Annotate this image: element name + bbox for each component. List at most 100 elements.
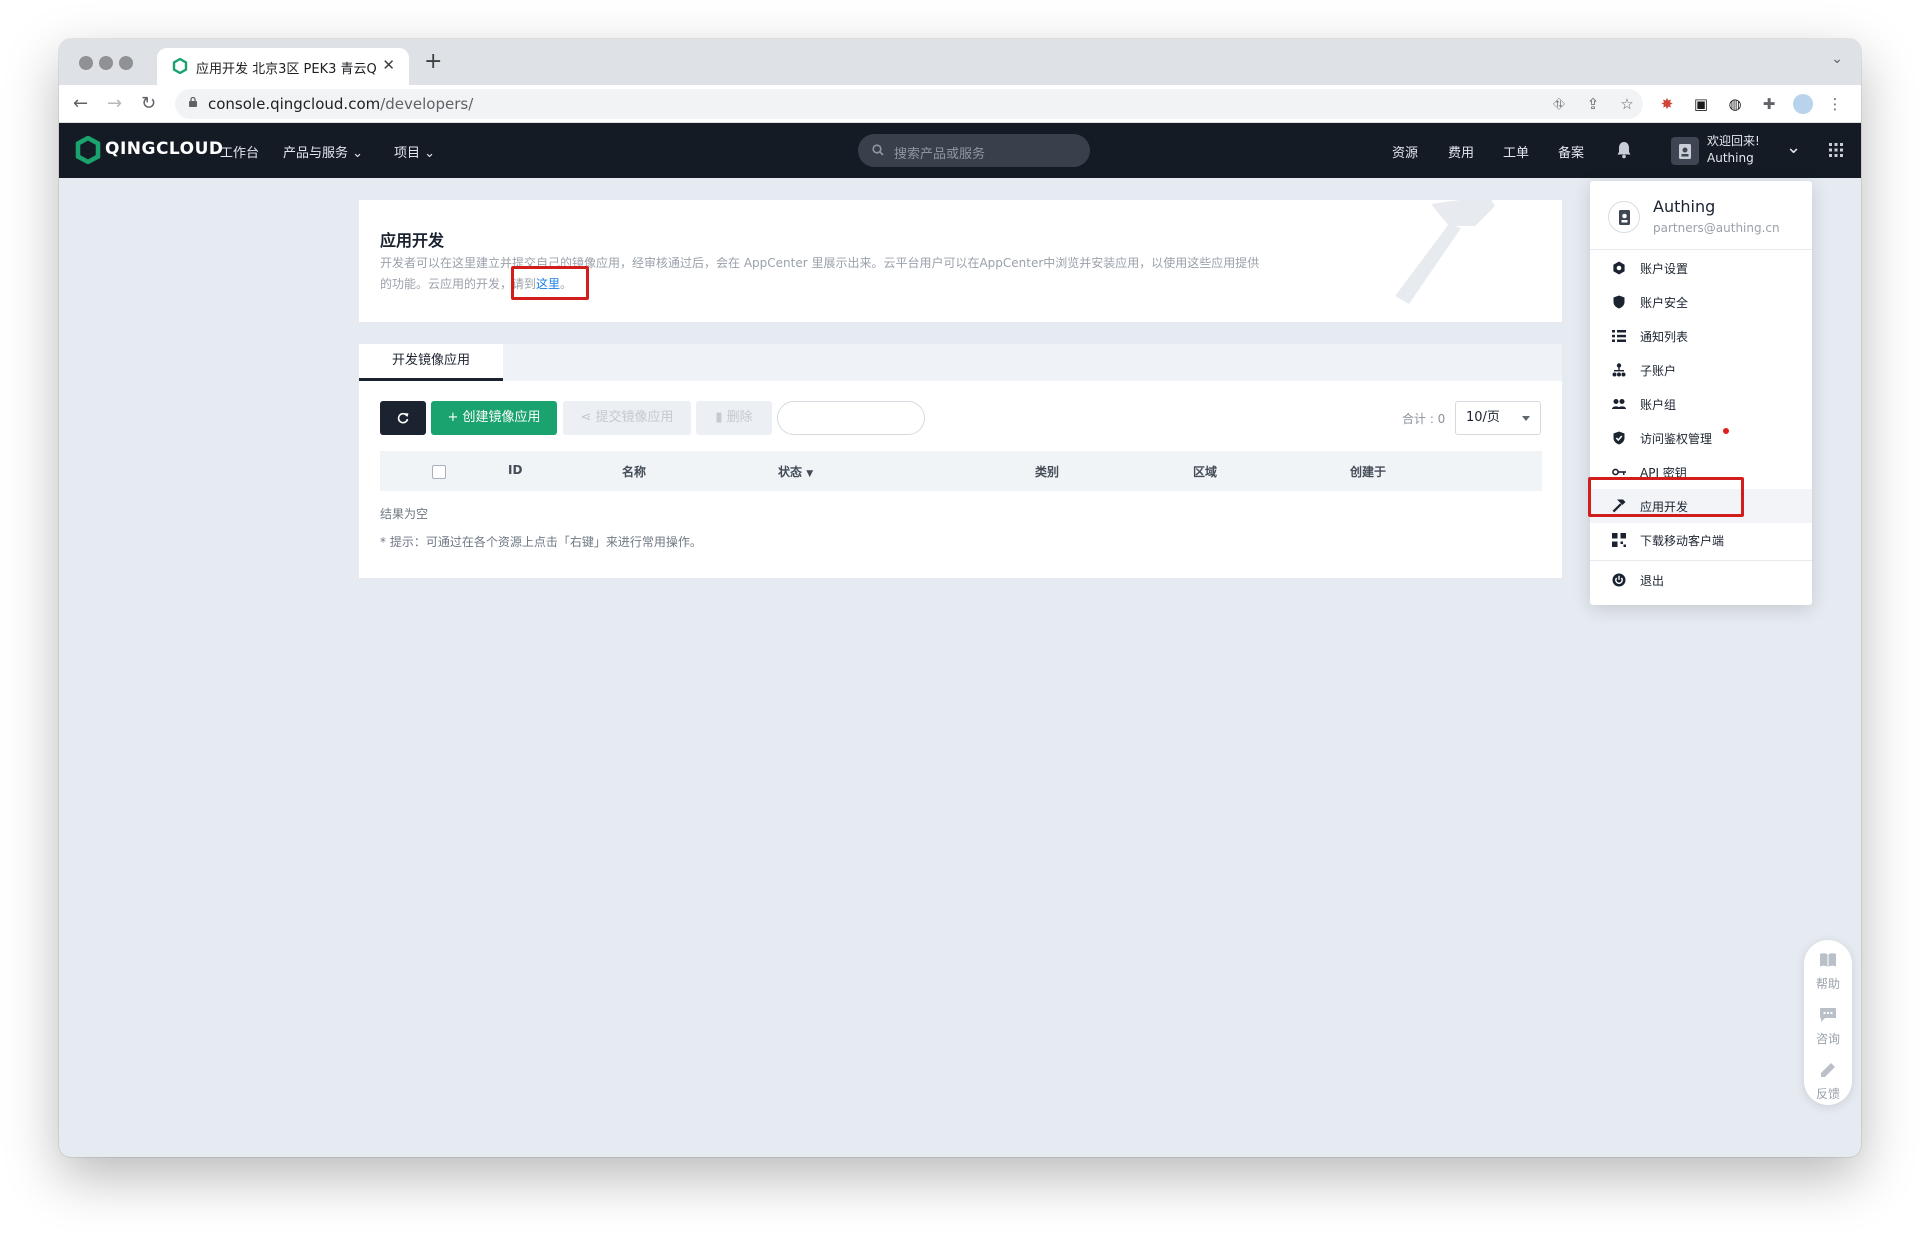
browser-window: 应用开发 北京3区 PEK3 青云Qi ✕ + ⌄ ← → ↻ console.… (59, 39, 1861, 1157)
tab-close-icon[interactable]: ✕ (382, 56, 395, 74)
extensions-puzzle-icon[interactable]: ✚ (1759, 94, 1779, 114)
menu-item-account-security[interactable]: 账户安全 (1590, 285, 1812, 319)
tab-title: 应用开发 北京3区 PEK3 青云Qi (196, 62, 376, 77)
menu-item-download-mobile[interactable]: 下载移动客户端 (1590, 523, 1812, 557)
dropdown-avatar (1608, 201, 1640, 233)
qrcode-icon (1612, 533, 1626, 547)
delete-button[interactable]: ▮ 删除 (696, 401, 772, 435)
menu-item-logout[interactable]: 退出 (1590, 563, 1812, 597)
nav-products[interactable]: 产品与服务 ⌄ (283, 142, 363, 161)
bookmark-star-icon[interactable]: ☆ (1617, 94, 1637, 114)
global-search[interactable]: 搜索产品或服务 (858, 134, 1090, 167)
nav-workbench[interactable]: 工作台 (220, 142, 259, 161)
share-icon: ⋖ (580, 410, 592, 425)
chat-icon (1820, 1008, 1836, 1022)
create-image-app-button[interactable]: + 创建镜像应用 (431, 401, 557, 435)
power-icon (1612, 573, 1626, 587)
dropdown-user-name: Authing (1653, 197, 1716, 216)
search-icon (872, 144, 884, 156)
page-size-select[interactable]: 10/页 (1455, 401, 1541, 435)
logo-text[interactable]: QINGCLOUD (105, 139, 224, 159)
help-button[interactable]: 帮助 (1804, 952, 1852, 992)
user-badge-icon (1619, 210, 1630, 225)
address-bar[interactable]: console.qingcloud.com/developers/ (175, 89, 1643, 119)
chevron-down-icon: ⌄ (352, 146, 364, 161)
user-avatar[interactable] (1671, 137, 1699, 165)
profile-avatar-icon[interactable] (1793, 94, 1813, 114)
browser-toolbar: ← → ↻ console.qingcloud.com/developers/ … (59, 85, 1861, 123)
caret-down-icon: ▼ (806, 469, 814, 479)
column-name[interactable]: 名称 (622, 463, 646, 480)
notification-dot (1723, 428, 1729, 434)
empty-result-text: 结果为空 (380, 507, 429, 521)
new-tab-button[interactable]: + (424, 49, 442, 74)
consult-button[interactable]: 咨询 (1804, 1007, 1852, 1047)
gear-icon (1613, 261, 1625, 275)
column-created[interactable]: 创建于 (1350, 463, 1386, 480)
caret-down-icon (1522, 416, 1530, 421)
table-header: ID 名称 状态 ▼ 类别 区域 创建于 (380, 451, 1542, 491)
extension-badge2-icon[interactable]: ◍ (1725, 94, 1745, 114)
feedback-button[interactable]: 反馈 (1804, 1062, 1852, 1102)
share-icon[interactable]: ⇪ (1583, 94, 1603, 114)
minimize-window-button[interactable] (99, 56, 113, 70)
menu-item-sub-accounts[interactable]: 子账户 (1590, 353, 1812, 387)
user-badge-icon (1679, 144, 1691, 159)
nav-resources[interactable]: 资源 (1392, 142, 1418, 161)
reload-icon[interactable]: ↻ (141, 93, 156, 114)
translate-icon[interactable]: ⛗ (1549, 94, 1569, 114)
menu-item-access-auth[interactable]: 访问鉴权管理 (1590, 421, 1812, 455)
apps-grid-icon[interactable] (1829, 143, 1843, 157)
nav-tickets[interactable]: 工单 (1503, 142, 1529, 161)
user-menu-chevron-icon[interactable]: ⌄ (1786, 137, 1801, 158)
apps-list-card: + 创建镜像应用 ⋖ 提交镜像应用 ▮ 删除 合计 : 0 10/页 ID 名称… (359, 381, 1562, 578)
divider (1590, 560, 1812, 561)
welcome-text[interactable]: 欢迎回来! Authing (1707, 133, 1760, 167)
forward-icon[interactable]: → (107, 93, 122, 114)
nav-icp[interactable]: 备案 (1558, 142, 1584, 161)
back-icon[interactable]: ← (73, 93, 88, 114)
app-header: QINGCLOUD 工作台 产品与服务 ⌄ 项目 ⌄ 搜索产品或服务 资源 费用… (59, 123, 1861, 178)
hierarchy-icon (1612, 363, 1626, 377)
column-status[interactable]: 状态 ▼ (778, 463, 813, 480)
qingcloud-logo-icon[interactable] (75, 136, 101, 164)
menu-item-account-settings[interactable]: 账户设置 (1590, 251, 1812, 285)
browser-menu-icon[interactable]: ⋮ (1825, 94, 1845, 114)
maximize-window-button[interactable] (119, 56, 133, 70)
menu-item-account-groups[interactable]: 账户组 (1590, 387, 1812, 421)
tab-dev-image-apps[interactable]: 开发镜像应用 (359, 344, 503, 381)
tab-search-chevron-icon[interactable]: ⌄ (1831, 51, 1843, 67)
extension-badge-icon[interactable]: ▣ (1691, 94, 1711, 114)
group-icon (1612, 399, 1626, 409)
shield-check-icon (1613, 431, 1625, 445)
chevron-down-icon: ⌄ (424, 146, 436, 161)
total-count: 合计 : 0 (1402, 412, 1446, 426)
user-dropdown-menu: Authing partners@authing.cn 账户设置 账户安全 通知… (1590, 181, 1812, 605)
tab-strip: 应用开发 北京3区 PEK3 青云Qi ✕ + ⌄ (59, 39, 1861, 85)
shield-icon (1613, 295, 1625, 309)
content-tabs: 开发镜像应用 (359, 344, 1562, 381)
menu-item-notifications[interactable]: 通知列表 (1590, 319, 1812, 353)
pencil-icon (1821, 1063, 1835, 1077)
browser-tab[interactable]: 应用开发 北京3区 PEK3 青云Qi ✕ (157, 48, 409, 85)
extension-translate-icon[interactable]: ✸ (1657, 94, 1677, 114)
nav-project[interactable]: 项目 ⌄ (394, 142, 435, 161)
refresh-button[interactable] (380, 401, 426, 435)
dropdown-user-email: partners@authing.cn (1653, 221, 1780, 235)
column-id[interactable]: ID (508, 463, 522, 477)
submit-image-app-button[interactable]: ⋖ 提交镜像应用 (563, 401, 691, 435)
column-category[interactable]: 类别 (1035, 463, 1059, 480)
bell-icon[interactable] (1616, 141, 1632, 159)
trash-icon: ▮ (715, 410, 723, 425)
divider (1590, 249, 1812, 250)
side-float-panel: 帮助 咨询 反馈 (1804, 940, 1852, 1105)
intro-card: 应用开发 开发者可以在这里建立并提交自己的镜像应用，经审核通过后，会在 AppC… (359, 200, 1562, 322)
url-text: console.qingcloud.com/developers/ (208, 95, 474, 113)
select-all-checkbox[interactable] (432, 465, 446, 479)
column-region[interactable]: 区域 (1193, 463, 1217, 480)
close-window-button[interactable] (79, 56, 93, 70)
search-input[interactable] (777, 401, 925, 435)
refresh-icon (397, 412, 409, 424)
nav-billing[interactable]: 费用 (1448, 142, 1474, 161)
list-icon (1612, 330, 1626, 342)
